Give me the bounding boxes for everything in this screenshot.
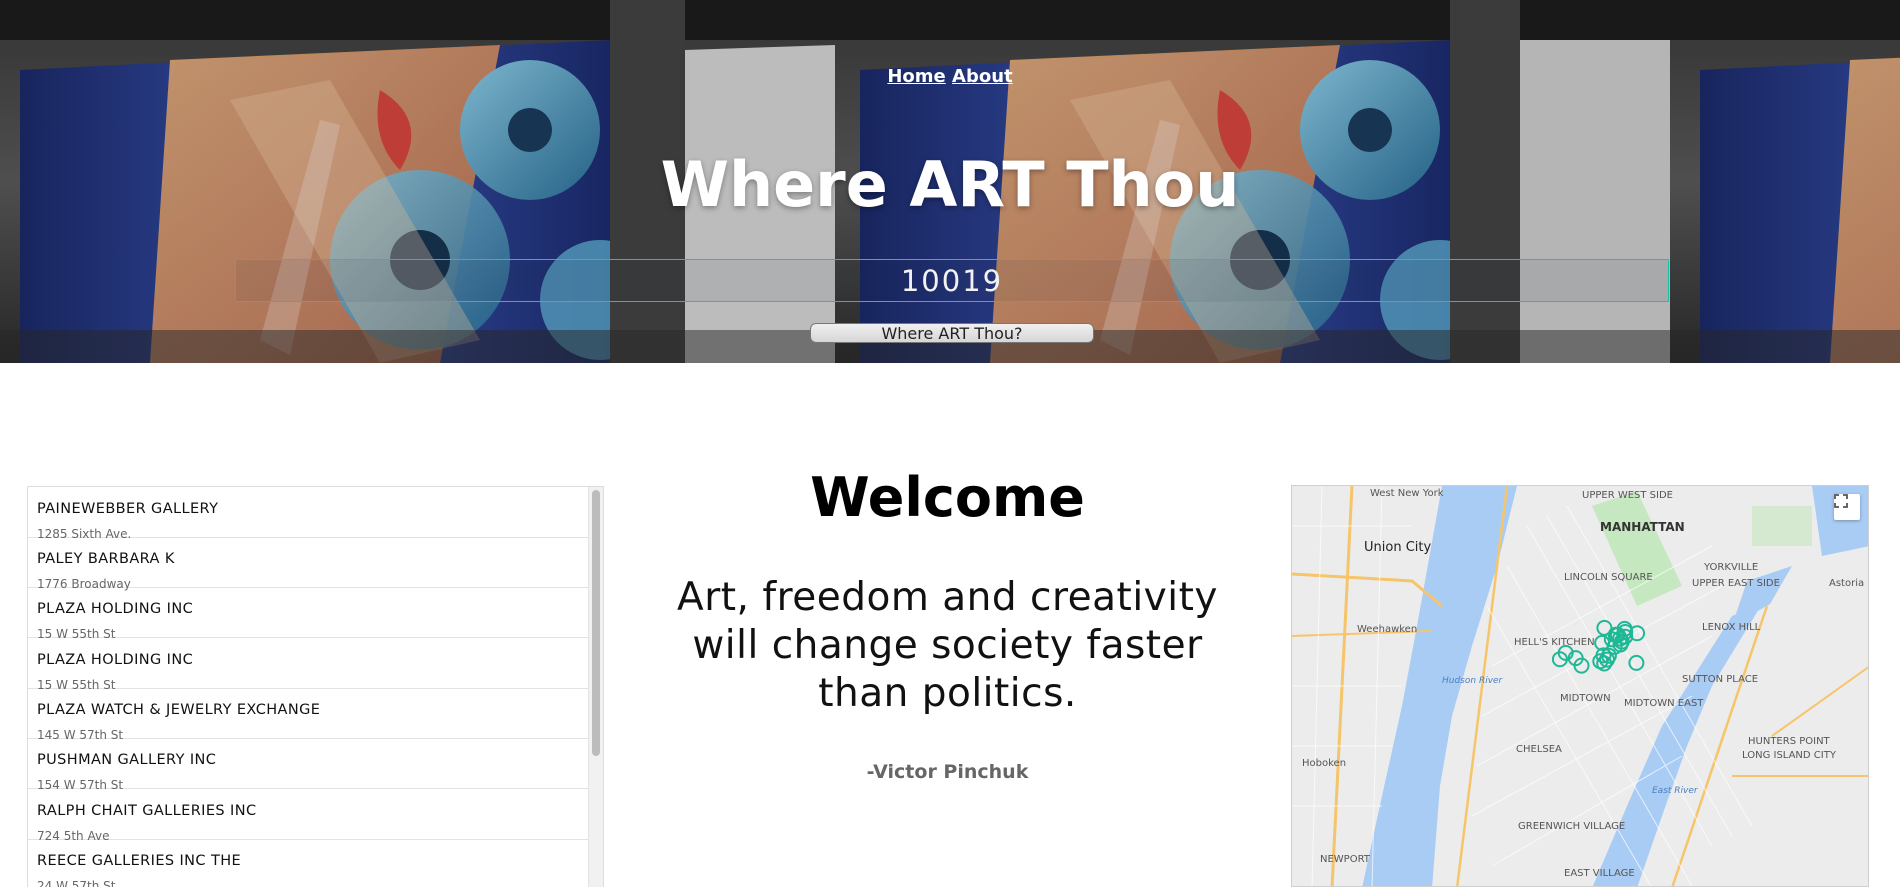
gallery-name: RALPH CHAIT GALLERIES INC xyxy=(37,803,257,819)
map-label-upper-west-side: UPPER WEST SIDE xyxy=(1582,490,1673,501)
map-label-hells-kitchen: HELL'S KITCHEN xyxy=(1514,637,1595,648)
gallery-name: PALEY BARBARA K xyxy=(37,551,175,567)
map-label-midtown: MIDTOWN xyxy=(1560,693,1611,704)
fullscreen-icon xyxy=(1834,494,1848,508)
map-label-hoboken: Hoboken xyxy=(1302,758,1347,769)
list-item[interactable]: RALPH CHAIT GALLERIES INC 724 5th Ave xyxy=(28,789,590,843)
map-label-lincoln-square: LINCOLN SQUARE xyxy=(1564,572,1653,583)
map-label-midtown-east: MIDTOWN EAST xyxy=(1624,698,1704,709)
gallery-name: PUSHMAN GALLERY INC xyxy=(37,752,217,768)
gallery-name: REECE GALLERIES INC THE xyxy=(37,853,242,869)
list-scrollbar[interactable] xyxy=(588,487,603,887)
map-label-greenwich-village: GREENWICH VILLAGE xyxy=(1518,821,1626,832)
hero-banner: Home About Where ART Thou Where ART Thou… xyxy=(0,0,1900,363)
site-title: Where ART Thou xyxy=(660,148,1240,221)
map-label-yorkville: YORKVILLE xyxy=(1704,562,1759,573)
zip-code-input[interactable] xyxy=(235,259,1669,302)
gallery-map[interactable]: West New York Union City Weehawken Hobok… xyxy=(1291,485,1869,887)
map-label-astoria: Astoria xyxy=(1829,578,1865,589)
welcome-heading: Welcome xyxy=(810,466,1085,529)
nav-about-link[interactable]: About xyxy=(952,66,1013,87)
map-label-lenox-hill: LENOX HILL xyxy=(1702,622,1761,633)
list-item[interactable]: REECE GALLERIES INC THE 24 W 57th St xyxy=(28,839,590,887)
gallery-address: 24 W 57th St xyxy=(37,879,116,887)
map-label-long-island-city: LONG ISLAND CITY xyxy=(1742,750,1836,761)
main-nav: Home About xyxy=(0,66,1900,87)
list-item[interactable]: PLAZA HOLDING INC 15 W 55th St xyxy=(28,638,590,692)
gallery-name: PLAZA HOLDING INC xyxy=(37,601,194,617)
list-item[interactable]: PLAZA WATCH & JEWELRY EXCHANGE 145 W 57t… xyxy=(28,688,590,742)
map-label-weehawken: Weehawken xyxy=(1357,624,1418,635)
map-label-upper-east-side: UPPER EAST SIDE xyxy=(1692,578,1780,589)
list-item[interactable]: PUSHMAN GALLERY INC 154 W 57th St xyxy=(28,738,590,792)
map-label-hunters-point: HUNTERS POINT xyxy=(1748,736,1830,747)
gallery-name: PLAZA WATCH & JEWELRY EXCHANGE xyxy=(37,702,321,718)
list-item[interactable]: PALEY BARBARA K 1776 Broadway xyxy=(28,537,590,591)
gallery-name: PAINEWEBBER GALLERY xyxy=(37,501,219,517)
gallery-name: PLAZA HOLDING INC xyxy=(37,652,194,668)
map-label-west-new-york: West New York xyxy=(1370,488,1444,499)
map-label-east-village: EAST VILLAGE xyxy=(1564,868,1635,879)
list-item[interactable]: PAINEWEBBER GALLERY 1285 Sixth Ave. xyxy=(28,487,590,541)
map-label-sutton-place: SUTTON PLACE xyxy=(1682,674,1759,685)
welcome-quote: Art, freedom and creativity will change … xyxy=(677,575,1218,716)
gallery-list[interactable]: PAINEWEBBER GALLERY 1285 Sixth Ave. PALE… xyxy=(27,486,604,887)
map-label-union-city: Union City xyxy=(1364,540,1432,555)
map-label-hudson-river: Hudson River xyxy=(1442,676,1503,686)
map-label-newport: NEWPORT xyxy=(1320,854,1370,865)
map-label-manhattan: MANHATTAN xyxy=(1600,520,1685,534)
search-button[interactable]: Where ART Thou? xyxy=(810,323,1094,343)
list-scrollbar-thumb[interactable] xyxy=(592,490,600,756)
map-fullscreen-button[interactable] xyxy=(1834,494,1860,520)
quote-author: -Victor Pinchuk xyxy=(866,761,1029,783)
list-item[interactable]: PLAZA HOLDING INC 15 W 55th St xyxy=(28,587,590,641)
map-label-chelsea: CHELSEA xyxy=(1516,744,1562,755)
nav-home-link[interactable]: Home xyxy=(887,66,945,87)
map-label-east-river: East River xyxy=(1652,786,1698,796)
